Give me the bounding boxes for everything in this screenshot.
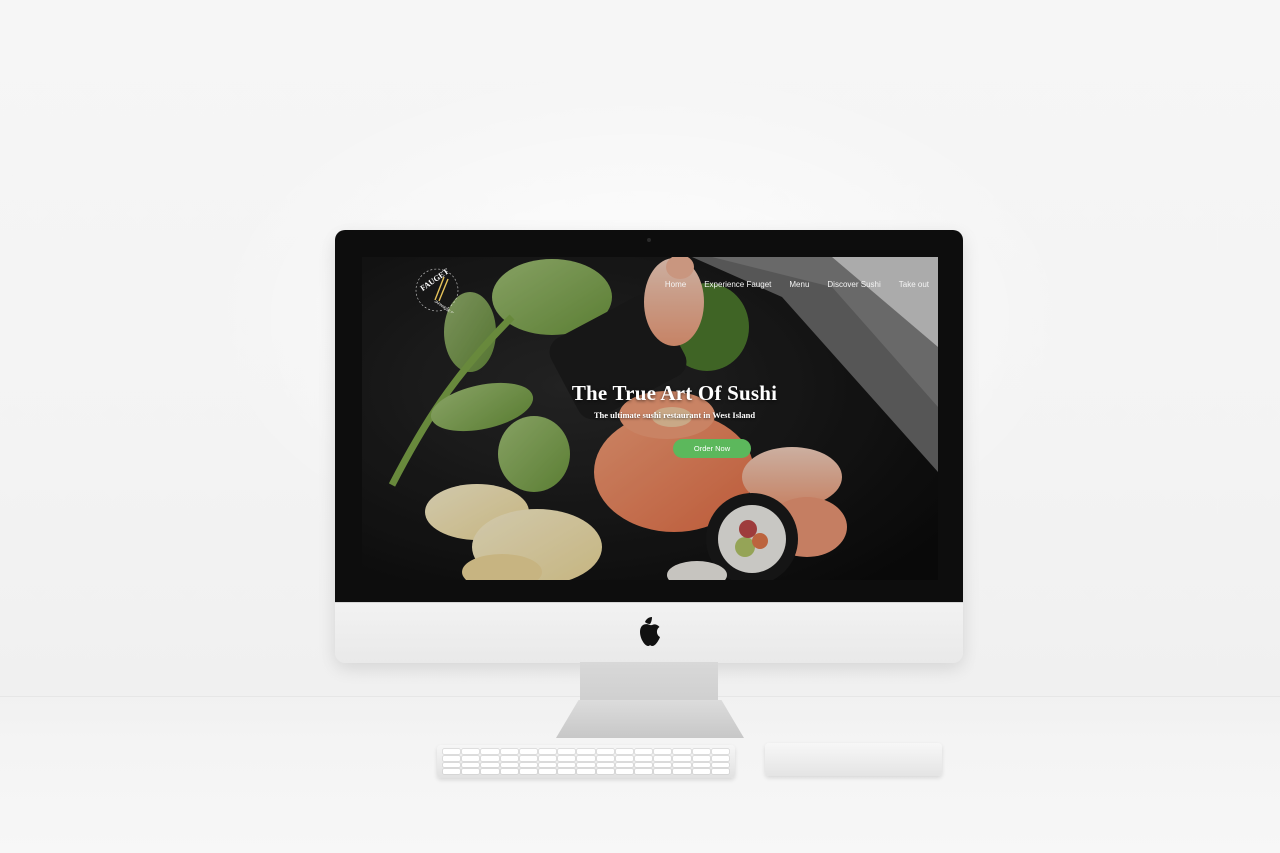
camera-icon	[647, 238, 651, 242]
monitor-bezel: FAUGET JAPANESE SUSHI Home Experience Fa…	[335, 230, 963, 602]
trackpad	[765, 743, 942, 776]
imac-stand-foot	[556, 700, 744, 738]
fauget-logo[interactable]: FAUGET JAPANESE SUSHI	[414, 267, 460, 313]
monitor-chin	[335, 602, 963, 663]
nav-item-experience[interactable]: Experience Fauget	[695, 280, 780, 289]
main-nav: Home Experience Fauget Menu Discover Sus…	[656, 280, 938, 289]
apple-logo-icon	[640, 617, 660, 646]
keyboard-keys	[443, 749, 729, 774]
hero-title: The True Art Of Sushi	[571, 381, 778, 405]
order-now-button[interactable]: Order Now	[673, 439, 751, 458]
nav-item-menu[interactable]: Menu	[780, 280, 818, 289]
photo-scene: FAUGET JAPANESE SUSHI Home Experience Fa…	[0, 0, 1280, 853]
logo-text: FAUGET	[419, 267, 452, 293]
nav-item-take-out[interactable]: Take out	[890, 280, 938, 289]
website-screen: FAUGET JAPANESE SUSHI Home Experience Fa…	[362, 257, 938, 580]
nav-item-discover-sushi[interactable]: Discover Sushi	[818, 280, 889, 289]
keyboard	[437, 745, 735, 778]
imac-monitor: FAUGET JAPANESE SUSHI Home Experience Fa…	[335, 230, 963, 663]
nav-item-home[interactable]: Home	[656, 280, 695, 289]
hero-section: The True Art Of Sushi The ultimate sushi…	[362, 381, 938, 420]
imac-stand-neck	[580, 662, 718, 704]
hero-subtitle: The ultimate sushi restaurant in West Is…	[593, 410, 756, 420]
